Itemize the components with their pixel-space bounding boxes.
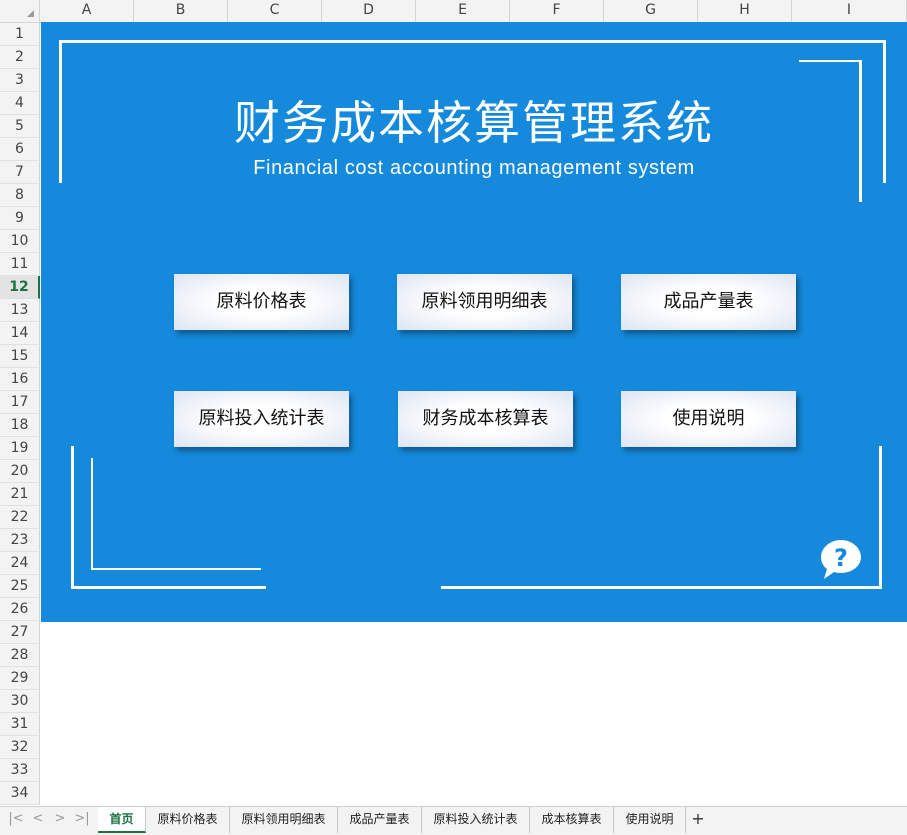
- column-header-g[interactable]: G: [604, 0, 698, 22]
- row-header-23[interactable]: 23: [0, 529, 40, 552]
- last-sheet-icon[interactable]: >|: [74, 811, 90, 826]
- frame-top-right-inner-h: [799, 60, 862, 62]
- row-header-25[interactable]: 25: [0, 575, 40, 598]
- row-header-18[interactable]: 18: [0, 414, 40, 437]
- column-header-c[interactable]: C: [228, 0, 322, 22]
- column-header-h[interactable]: H: [698, 0, 792, 22]
- row-header-22[interactable]: 22: [0, 506, 40, 529]
- row-header-10[interactable]: 10: [0, 230, 40, 253]
- row-header-19[interactable]: 19: [0, 437, 40, 460]
- row-header-9[interactable]: 9: [0, 207, 40, 230]
- frame-bottom-right-h: [441, 586, 882, 589]
- row-header-17[interactable]: 17: [0, 391, 40, 414]
- add-sheet-icon[interactable]: +: [690, 809, 706, 828]
- column-header-e[interactable]: E: [416, 0, 510, 22]
- row-header-29[interactable]: 29: [0, 667, 40, 690]
- row-header-24[interactable]: 24: [0, 552, 40, 575]
- frame-bottom-right: [879, 446, 882, 589]
- row-header-3[interactable]: 3: [0, 69, 40, 92]
- select-all-triangle-icon: [27, 10, 34, 17]
- row-header-16[interactable]: 16: [0, 368, 40, 391]
- row-header-8[interactable]: 8: [0, 184, 40, 207]
- frame-bottom-left-inner: [91, 458, 93, 570]
- row-header-32[interactable]: 32: [0, 736, 40, 759]
- first-sheet-icon[interactable]: |<: [8, 811, 24, 826]
- column-header-d[interactable]: D: [322, 0, 416, 22]
- row-header-12[interactable]: 12: [0, 276, 40, 299]
- material-usage-detail-button[interactable]: 原料领用明细表: [397, 274, 572, 330]
- row-header-31[interactable]: 31: [0, 713, 40, 736]
- column-header-f[interactable]: F: [510, 0, 604, 22]
- row-header-6[interactable]: 6: [0, 138, 40, 161]
- row-header-21[interactable]: 21: [0, 483, 40, 506]
- row-header-15[interactable]: 15: [0, 345, 40, 368]
- sheet-tab-bar: |< < > >| 首页 原料价格表 原料领用明细表 成品产量表 原料投入统计表…: [0, 806, 907, 835]
- frame-bottom-left-outer-h: [71, 586, 266, 589]
- row-header-11[interactable]: 11: [0, 253, 40, 276]
- row-header-27[interactable]: 27: [0, 621, 40, 644]
- column-header-a[interactable]: A: [40, 0, 134, 22]
- row-header-7[interactable]: 7: [0, 161, 40, 184]
- frame-bottom-left-inner-h: [91, 568, 261, 570]
- dashboard-banner: 财务成本核算管理系统 Financial cost accounting man…: [41, 22, 907, 622]
- column-header-bar: A B C D E F G H I: [0, 0, 907, 23]
- row-header-2[interactable]: 2: [0, 46, 40, 69]
- page-subtitle: Financial cost accounting management sys…: [253, 157, 695, 179]
- product-output-button[interactable]: 成品产量表: [621, 274, 796, 330]
- row-header-1[interactable]: 1: [0, 23, 40, 46]
- frame-bottom-left-outer: [71, 446, 74, 589]
- cost-accounting-button[interactable]: 财务成本核算表: [398, 391, 573, 447]
- row-header-28[interactable]: 28: [0, 644, 40, 667]
- row-header-33[interactable]: 33: [0, 759, 40, 782]
- prev-sheet-icon[interactable]: <: [30, 811, 46, 826]
- row-header-26[interactable]: 26: [0, 598, 40, 621]
- help-question-icon[interactable]: ?: [818, 537, 864, 583]
- svg-text:?: ?: [834, 544, 848, 572]
- frame-top-outer: [59, 40, 886, 43]
- page-title: 财务成本核算管理系统: [234, 96, 714, 150]
- row-header-5[interactable]: 5: [0, 115, 40, 138]
- material-price-button[interactable]: 原料价格表: [174, 274, 349, 330]
- user-guide-button[interactable]: 使用说明: [621, 391, 796, 447]
- sheet-tab-home[interactable]: 首页: [98, 807, 146, 833]
- sheet-tab-cost-accounting[interactable]: 成本核算表: [530, 807, 614, 833]
- sheet-tab-material-usage[interactable]: 原料领用明细表: [230, 807, 338, 833]
- row-header-20[interactable]: 20: [0, 460, 40, 483]
- row-header-30[interactable]: 30: [0, 690, 40, 713]
- row-header-34[interactable]: 34: [0, 782, 40, 805]
- column-header-i[interactable]: I: [792, 0, 907, 22]
- sheet-tab-material-input[interactable]: 原料投入统计表: [422, 807, 530, 833]
- sheet-tab-material-price[interactable]: 原料价格表: [146, 807, 230, 833]
- material-input-stats-button[interactable]: 原料投入统计表: [174, 391, 349, 447]
- row-header-14[interactable]: 14: [0, 322, 40, 345]
- next-sheet-icon[interactable]: >: [52, 811, 68, 826]
- sheet-tab-product-output[interactable]: 成品产量表: [338, 807, 422, 833]
- row-header-13[interactable]: 13: [0, 299, 40, 322]
- column-header-b[interactable]: B: [134, 0, 228, 22]
- sheet-tab-user-guide[interactable]: 使用说明: [614, 807, 686, 833]
- select-all-corner[interactable]: [0, 0, 40, 22]
- row-header-4[interactable]: 4: [0, 92, 40, 115]
